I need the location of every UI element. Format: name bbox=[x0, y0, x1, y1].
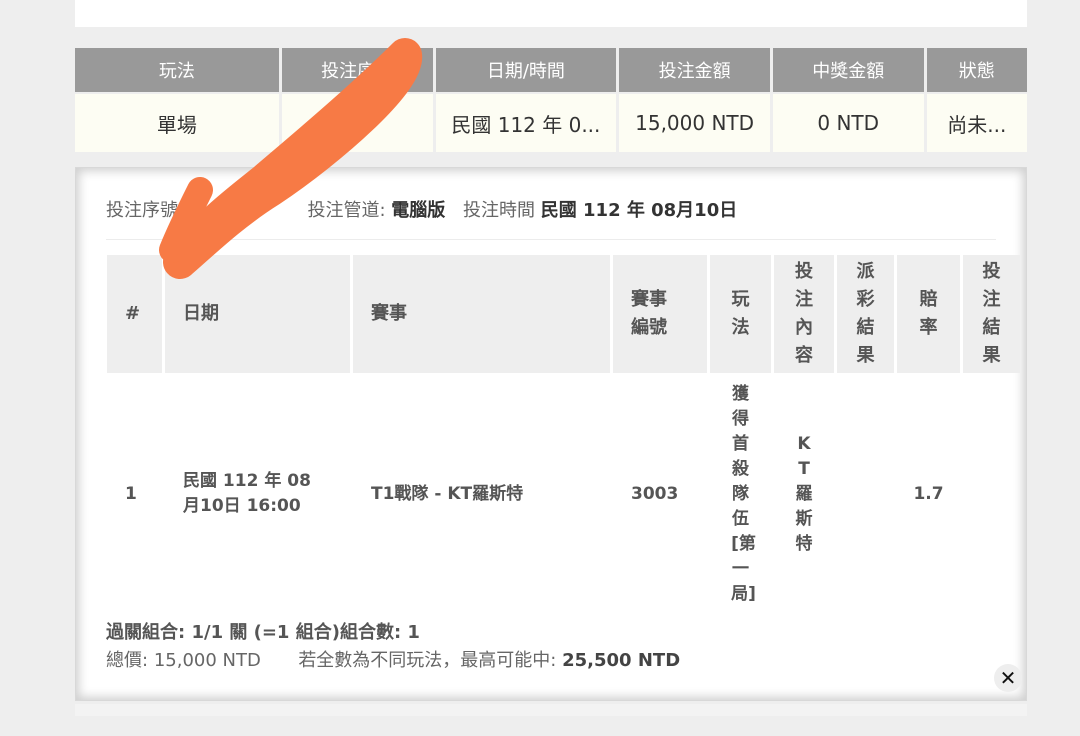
row-index: 1 bbox=[125, 483, 137, 504]
row-result bbox=[963, 373, 1020, 615]
summary-cell-win: 0 NTD bbox=[772, 92, 924, 152]
combo-summary: 過關組合: 1/1 關 (=1 組合)組合數: 1 bbox=[106, 622, 420, 643]
top-card bbox=[75, 0, 1027, 27]
row-odds: 1.7 bbox=[913, 483, 944, 504]
row-match: T1戰隊 - KT羅斯特 bbox=[371, 483, 524, 504]
total-value: 15,000 NTD bbox=[153, 650, 261, 671]
col-date: 日期 bbox=[165, 255, 350, 373]
summary-cell-status: 尚未... bbox=[926, 92, 1027, 152]
summary-header-serial: 投注序號 bbox=[281, 48, 433, 92]
bottom-strip bbox=[75, 704, 1027, 716]
col-match-no: 賽事編號 bbox=[613, 255, 707, 373]
row-payout bbox=[837, 373, 894, 615]
col-result: 投注結果 bbox=[963, 255, 1020, 373]
serial-label: 投注序號 bbox=[106, 200, 178, 221]
row-bet: KT羅斯特 bbox=[795, 433, 813, 554]
summary-cell-amount: 15,000 NTD bbox=[619, 92, 770, 152]
time-value: 民國 112 年 08月10日 bbox=[540, 200, 738, 221]
summary-header-datetime: 日期/時間 bbox=[435, 48, 617, 92]
close-button[interactable]: ✕ bbox=[994, 664, 1022, 692]
summary-cell-datetime: 民國 112 年 0... bbox=[435, 92, 617, 152]
table-row: 1 民國 112 年 08月10日 16:00 T1戰隊 - KT羅斯特 300… bbox=[107, 373, 1020, 615]
col-bet: 投注內容 bbox=[774, 255, 834, 373]
summary-header-play: 玩法 bbox=[75, 48, 279, 92]
total-label: 總價: bbox=[106, 650, 149, 671]
col-payout: 派彩結果 bbox=[837, 255, 894, 373]
time-label: 投注時間 bbox=[463, 200, 536, 221]
summary-table: 玩法 投注序號 日期/時間 投注金額 中獎金額 狀態 單場 民國 112 年 0… bbox=[72, 48, 1030, 152]
col-play: 玩法 bbox=[710, 255, 771, 373]
summary-header-status: 狀態 bbox=[926, 48, 1027, 92]
row-match-no: 3003 bbox=[631, 483, 679, 504]
channel-label: 投注管道: bbox=[307, 200, 386, 221]
col-index: # bbox=[107, 255, 162, 373]
summary-header-win: 中獎金額 bbox=[772, 48, 924, 92]
summary-cell-serial bbox=[281, 92, 433, 152]
total-summary: 總價: 15,000 NTD 若全數為不同玩法，最高可能中: 25,500 NT… bbox=[106, 646, 680, 672]
col-match: 賽事 bbox=[353, 255, 610, 373]
channel-value: 電腦版 bbox=[391, 200, 446, 221]
bet-detail-panel: 投注序號 投注管道: 電腦版 投注時間 民國 112 年 08月10日 # 日期… bbox=[75, 167, 1027, 701]
col-odds: 賠率 bbox=[897, 255, 960, 373]
summary-row[interactable]: 單場 民國 112 年 0... 15,000 NTD 0 NTD 尚未... bbox=[75, 92, 1027, 152]
bet-detail-table: # 日期 賽事 賽事編號 玩法 投注內容 派彩結果 賠率 投注結果 1 民國 1… bbox=[104, 255, 1023, 615]
summary-header-amount: 投注金額 bbox=[619, 48, 770, 92]
max-win-label: 若全數為不同玩法，最高可能中: bbox=[298, 650, 557, 671]
row-date: 民國 112 年 08月10日 16:00 bbox=[183, 471, 311, 516]
bet-meta-row: 投注序號 投注管道: 電腦版 投注時間 民國 112 年 08月10日 bbox=[106, 196, 996, 240]
summary-cell-play: 單場 bbox=[75, 92, 279, 152]
row-play: 獲得首殺隊伍[第一局] bbox=[731, 383, 756, 604]
max-win-value: 25,500 NTD bbox=[562, 650, 681, 671]
